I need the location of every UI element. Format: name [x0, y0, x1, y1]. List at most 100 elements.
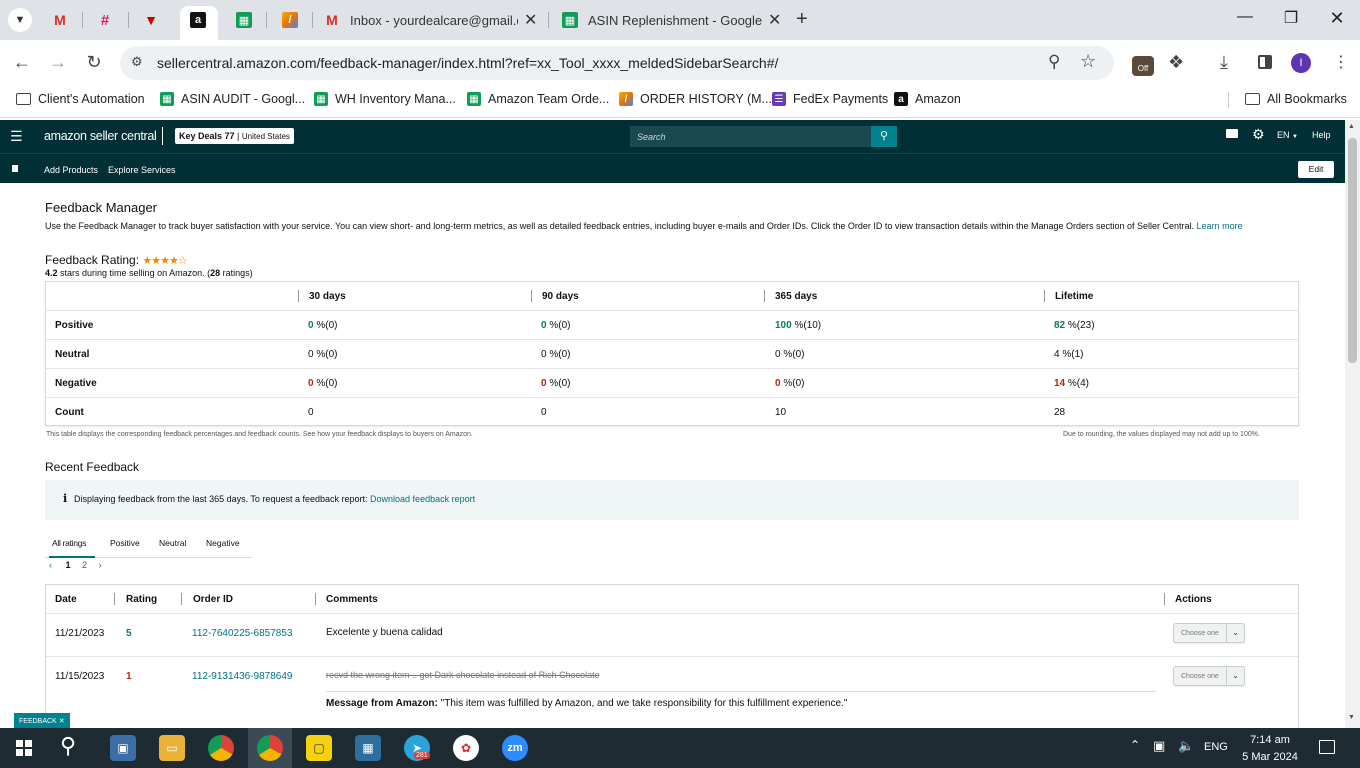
- search-icon[interactable]: ⚲: [60, 733, 76, 759]
- row-label: Neutral: [55, 349, 90, 360]
- window-close-icon[interactable]: ✕: [1322, 8, 1352, 29]
- tab-zoho[interactable]: /: [282, 6, 298, 34]
- bookmark-order-history[interactable]: / ORDER HISTORY (M...: [619, 92, 772, 106]
- gear-icon[interactable]: ⚙: [1252, 126, 1265, 143]
- chrome-profile-icon[interactable]: [257, 735, 283, 761]
- tab-gmail[interactable]: M: [52, 6, 68, 34]
- site-info-icon[interactable]: ⚙: [131, 54, 143, 70]
- bookmark-label: ORDER HISTORY (M...: [640, 92, 772, 106]
- page-title: Feedback Manager: [45, 200, 158, 215]
- table-cell: 0 %(0): [541, 349, 571, 360]
- menu-kebab-icon[interactable]: ⋮: [1333, 52, 1349, 72]
- all-bookmarks[interactable]: All Bookmarks: [1245, 92, 1347, 106]
- clock[interactable]: 7:14 am 5 Mar 2024: [1240, 732, 1300, 766]
- bookmark-asin-audit[interactable]: ▦ ASIN AUDIT - Googl...: [160, 92, 305, 106]
- page-scrollbar[interactable]: ▲ ▼: [1345, 120, 1360, 728]
- bookmark-fedex-payments[interactable]: ☰ FedEx Payments: [772, 92, 888, 106]
- input-language[interactable]: ENG: [1204, 741, 1228, 753]
- seller-central-logo[interactable]: amazon seller central: [44, 129, 157, 143]
- zoom-icon[interactable]: ⚲: [1048, 52, 1060, 72]
- download-icon[interactable]: ⤓: [1220, 52, 1228, 73]
- extensions-puzzle-icon[interactable]: ❖: [1168, 52, 1184, 73]
- help-link[interactable]: Help: [1312, 130, 1331, 140]
- action-select-label: Choose one: [1181, 630, 1219, 637]
- amazon-message: Message from Amazon: "This item was fulf…: [326, 698, 847, 709]
- edit-button[interactable]: Edit: [1298, 161, 1334, 178]
- close-icon[interactable]: ✕: [768, 10, 781, 30]
- chevron-down-icon: ⌄: [1226, 624, 1244, 642]
- mail-icon[interactable]: [1226, 129, 1238, 138]
- address-bar[interactable]: ⚙ sellercentral.amazon.com/feedback-mana…: [120, 46, 1114, 80]
- sticky-notes-icon[interactable]: ▢: [306, 735, 332, 761]
- tab-inbox[interactable]: M Inbox - yourdealcare@gmail.co ✕: [324, 6, 537, 34]
- scrollbar-thumb[interactable]: [1348, 138, 1357, 363]
- page-1[interactable]: 1: [66, 560, 71, 570]
- column-header: Rating: [126, 594, 158, 605]
- zoom-app-icon[interactable]: zm: [502, 735, 528, 761]
- language-selector[interactable]: EN ▼: [1277, 130, 1298, 140]
- tab-divider: [266, 12, 267, 28]
- reload-icon[interactable]: ↻: [82, 52, 106, 73]
- row-label: Negative: [55, 378, 97, 389]
- profile-avatar[interactable]: I: [1291, 53, 1311, 73]
- feedback-tag[interactable]: FEEDBACK ✕: [14, 713, 70, 728]
- hamburger-menu-icon[interactable]: ☰: [10, 128, 23, 145]
- network-icon[interactable]: ▣: [1153, 738, 1165, 754]
- forward-icon[interactable]: →: [46, 52, 70, 73]
- new-tab-icon[interactable]: +: [796, 8, 808, 31]
- back-icon[interactable]: ←: [10, 52, 34, 73]
- paint-icon[interactable]: ✿: [453, 735, 479, 761]
- bookmark-clients-automation[interactable]: Client's Automation: [16, 92, 145, 106]
- url-text[interactable]: sellercentral.amazon.com/feedback-manage…: [157, 55, 778, 71]
- notification-icon[interactable]: [1319, 740, 1335, 754]
- scroll-down-icon[interactable]: ▼: [1348, 714, 1355, 721]
- table-cell: 0 %(0): [541, 320, 571, 331]
- calculator-icon[interactable]: ▦: [355, 735, 381, 761]
- extension-off-icon[interactable]: Off: [1132, 56, 1154, 76]
- sheets-icon: ▦: [314, 92, 328, 106]
- search-button[interactable]: ⚲: [871, 126, 897, 147]
- table-note-text[interactable]: This table displays the corresponding fe…: [46, 431, 473, 438]
- tab-all-ratings[interactable]: All ratings: [52, 538, 86, 548]
- scroll-up-icon[interactable]: ▲: [1348, 123, 1355, 130]
- close-icon[interactable]: ✕: [524, 10, 537, 30]
- tab-sheets[interactable]: ▦: [236, 6, 252, 34]
- table-note: This table displays the corresponding fe…: [46, 431, 473, 438]
- tab-amazon[interactable]: a: [190, 6, 206, 34]
- nav-add-products[interactable]: Add Products: [44, 165, 98, 175]
- minimize-icon[interactable]: —: [1230, 8, 1260, 26]
- bookmark-flag-icon[interactable]: [12, 165, 18, 172]
- chrome-icon[interactable]: [208, 735, 234, 761]
- tray-chevron-up-icon[interactable]: ⌃: [1130, 738, 1140, 752]
- file-explorer-icon[interactable]: ▭: [159, 735, 185, 761]
- tab-neutral[interactable]: Neutral: [159, 538, 186, 548]
- order-id-link[interactable]: 112-9131436-9878649: [192, 671, 292, 682]
- bookmark-wh-inventory[interactable]: ▦ WH Inventory Mana...: [314, 92, 456, 106]
- action-select[interactable]: Choose one ⌄: [1173, 666, 1245, 686]
- tab-search-chevron-icon[interactable]: ▼: [8, 8, 32, 32]
- tab-slack[interactable]: #: [97, 6, 113, 34]
- store-selector[interactable]: Key Deals 77 | United States: [175, 128, 294, 144]
- page-2[interactable]: 2: [82, 560, 87, 570]
- tab-negative[interactable]: Negative: [206, 538, 240, 548]
- windows-start-icon[interactable]: [16, 740, 32, 756]
- side-panel-icon[interactable]: [1258, 55, 1272, 69]
- tab-asin-replenishment[interactable]: ▦ ASIN Replenishment - Google S ✕: [562, 6, 781, 34]
- pc-icon[interactable]: ▣: [110, 735, 136, 761]
- tab-filter[interactable]: ▼: [143, 6, 159, 34]
- search-input[interactable]: Search: [630, 126, 871, 147]
- close-icon[interactable]: ✕: [59, 718, 65, 725]
- restore-icon[interactable]: ❐: [1276, 8, 1306, 28]
- download-report-link[interactable]: Download feedback report: [370, 494, 475, 504]
- bookmark-amazon[interactable]: a Amazon: [894, 92, 961, 106]
- volume-icon[interactable]: 🔈: [1178, 738, 1194, 754]
- bookmark-star-icon[interactable]: ☆: [1080, 51, 1096, 72]
- order-id-link[interactable]: 112-7640225-6857853: [192, 628, 292, 639]
- tab-positive[interactable]: Positive: [110, 538, 140, 548]
- bookmark-amazon-team-orders[interactable]: ▦ Amazon Team Orde...: [467, 92, 609, 106]
- pagination-next-icon[interactable]: ›: [99, 560, 102, 570]
- pagination-prev-icon[interactable]: ‹: [49, 560, 52, 570]
- action-select[interactable]: Choose one ⌄: [1173, 623, 1245, 643]
- nav-explore-services[interactable]: Explore Services: [108, 165, 176, 175]
- learn-more-link[interactable]: Learn more: [1197, 221, 1243, 231]
